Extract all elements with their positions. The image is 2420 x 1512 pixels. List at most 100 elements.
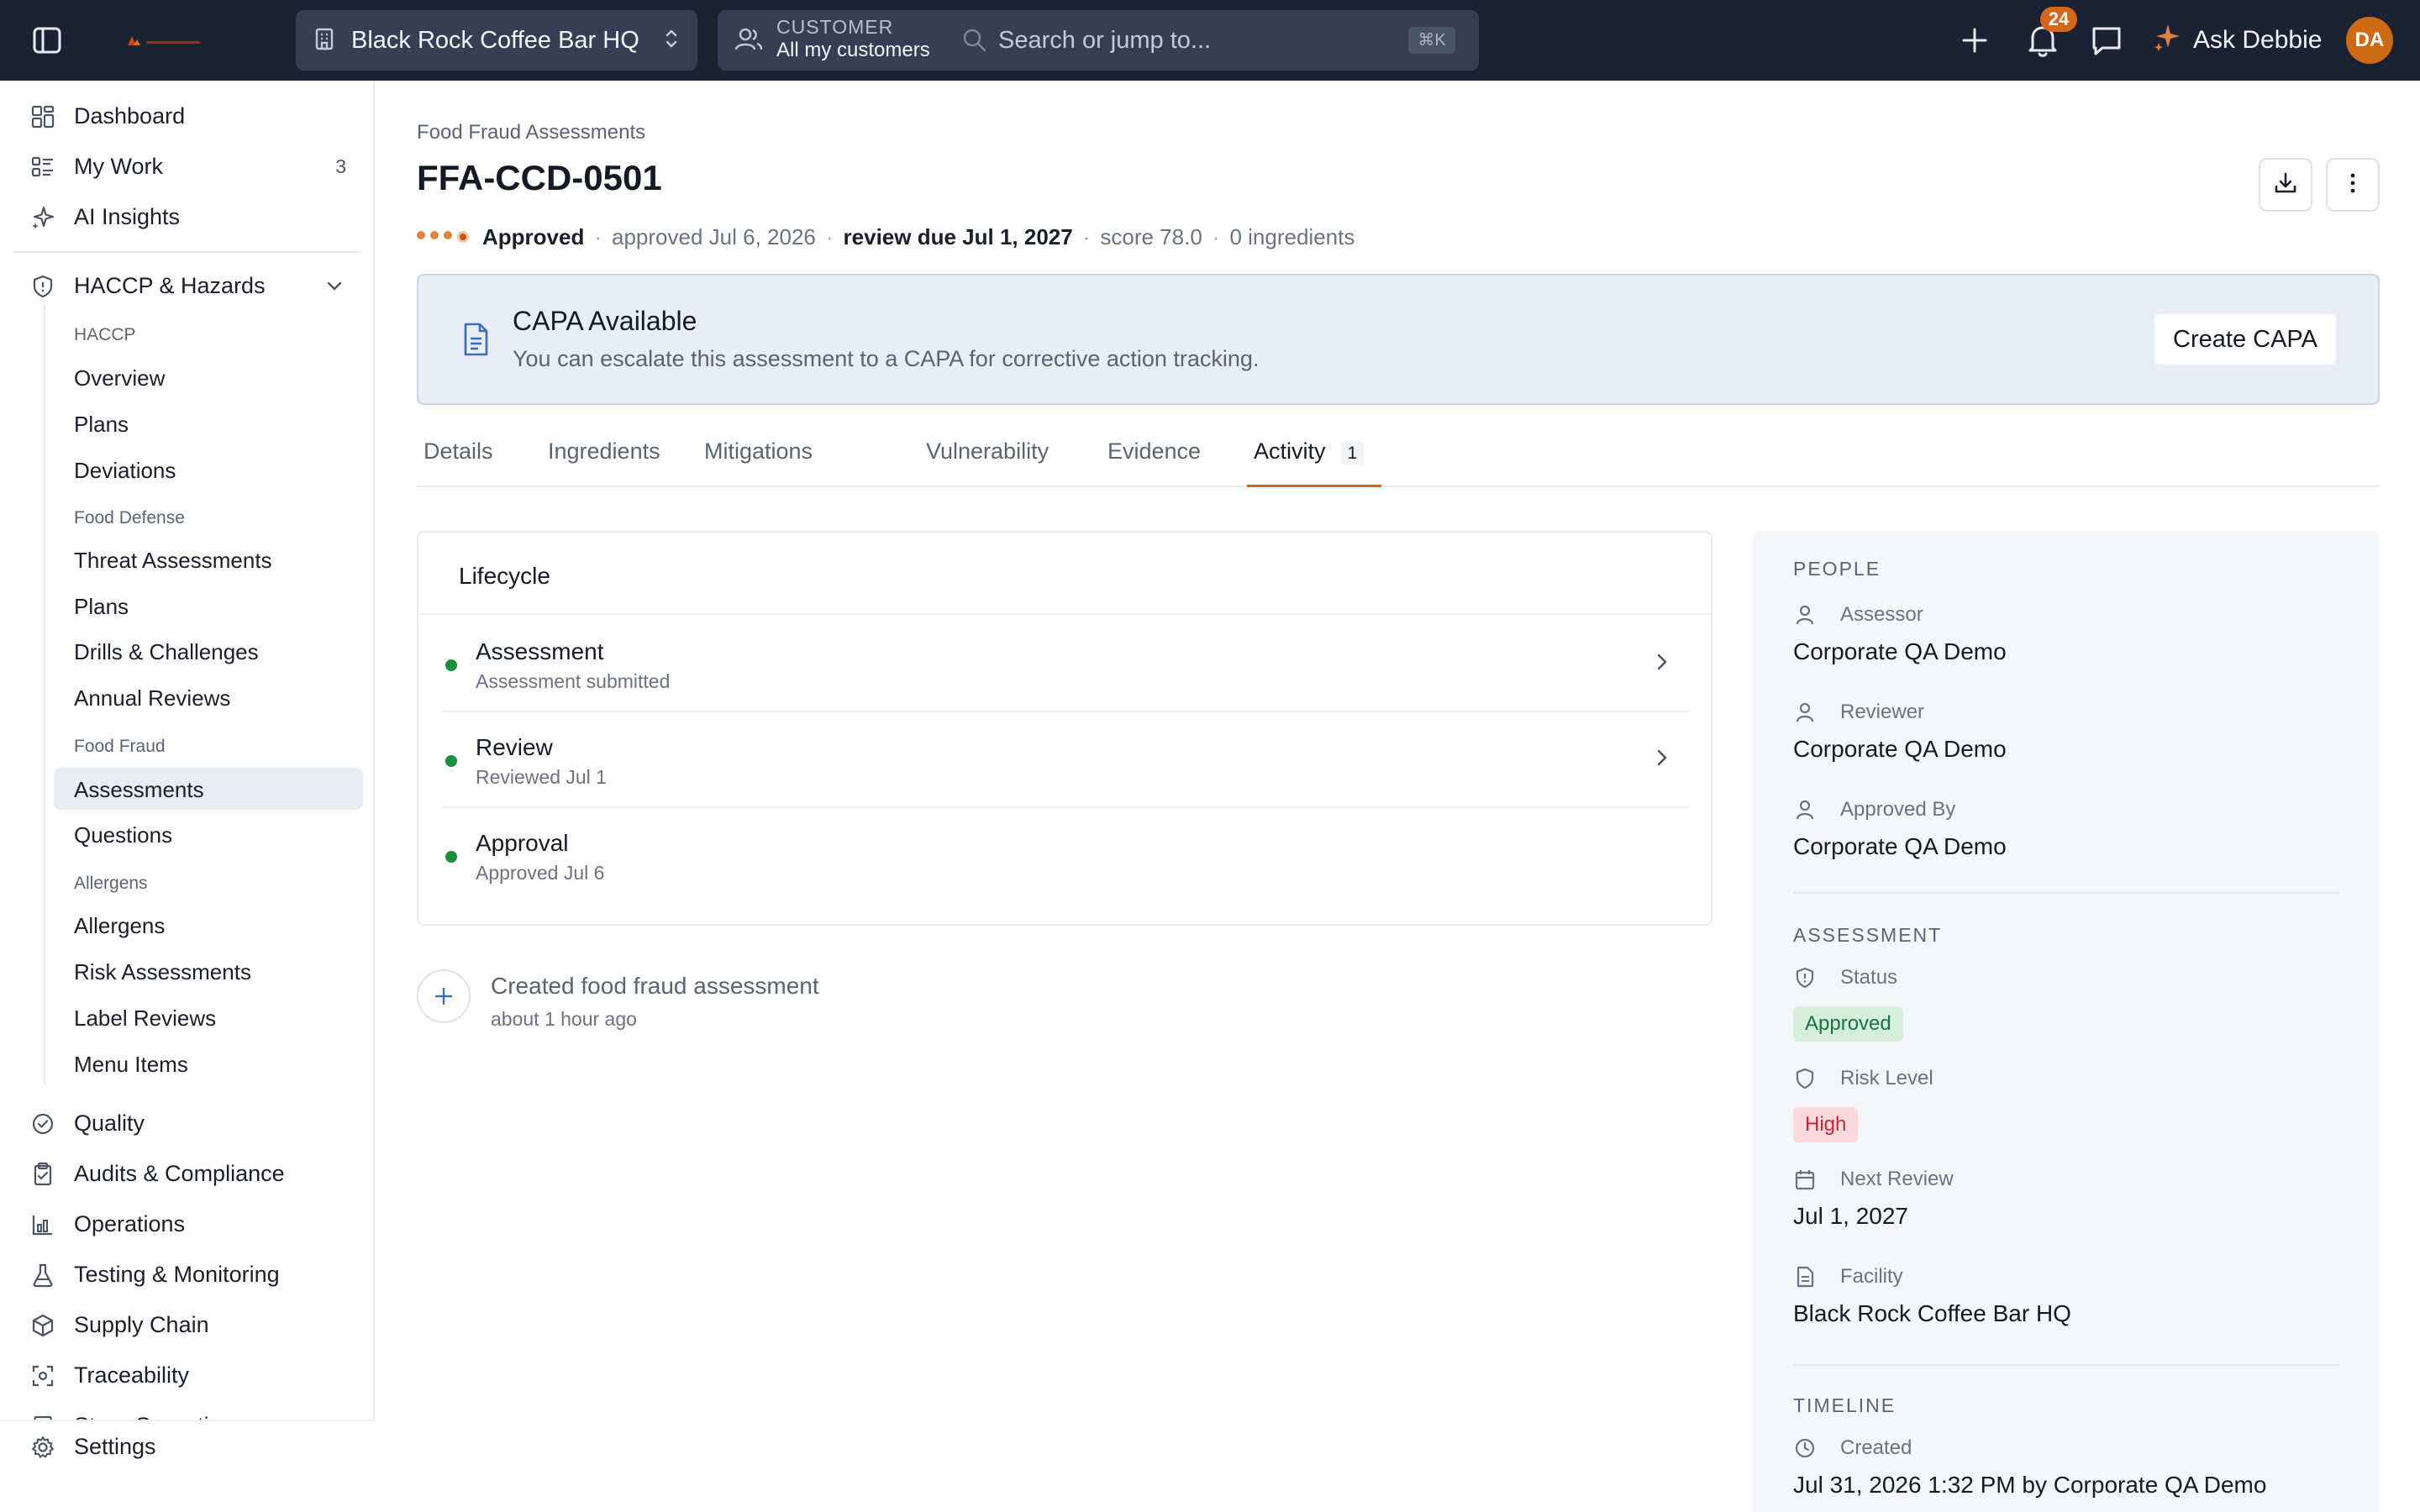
sidebar-item-my-work[interactable]: My Work 3 — [0, 143, 375, 190]
facility-selector[interactable]: Black Rock Coffee Bar HQ — [296, 10, 697, 71]
assessor-value: Corporate QA Demo — [1793, 638, 2007, 664]
document-icon — [1797, 1266, 1814, 1288]
status-dot-icon — [445, 659, 457, 671]
status-badge: Approved — [1793, 1006, 1903, 1042]
more-vertical-icon — [2339, 170, 2366, 201]
sidebar-item-questions[interactable]: Questions — [54, 813, 363, 855]
sidebar-item-supply-chain[interactable]: Supply Chain — [0, 1301, 375, 1348]
step-subtitle: Assessment submitted — [476, 670, 671, 692]
scan-icon — [30, 1363, 55, 1389]
page-title: FFA-CCD-0501 — [417, 158, 662, 197]
clipboard-icon — [30, 1162, 55, 1187]
plus-icon[interactable] — [1958, 24, 1991, 61]
sidebar-item-risk-assessments[interactable]: Risk Assessments — [54, 950, 363, 992]
assessor-label: Assessor — [1793, 601, 1923, 628]
gear-icon — [30, 1435, 55, 1460]
sidebar-item-allergens[interactable]: Allergens — [54, 904, 363, 946]
sidebar-item-audits-compliance[interactable]: Audits & Compliance — [0, 1150, 375, 1197]
lifecycle-title: Lifecycle — [459, 563, 550, 589]
sidebar-item-ai-insights[interactable]: AI Insights — [0, 193, 375, 240]
ask-assistant-button[interactable]: Ask Debbie — [2153, 18, 2322, 62]
breadcrumb[interactable]: Food Fraud Assessments — [417, 121, 645, 144]
approved-by-value: Corporate QA Demo — [1793, 833, 2007, 859]
main-content: Food Fraud Assessments FFA-CCD-0501 Appr… — [376, 81, 2420, 1512]
sidebar-item-assessments[interactable]: Assessments — [54, 768, 363, 810]
users-icon[interactable] — [734, 25, 763, 58]
approved-by-label: Approved By — [1793, 796, 1955, 823]
section-heading-assessment: ASSESSMENT — [1793, 924, 1943, 946]
submenu-tree-line — [44, 304, 45, 1085]
ask-assistant-label: Ask Debbie — [2193, 26, 2323, 54]
facility-value: Black Rock Coffee Bar HQ — [1793, 1300, 2071, 1326]
sidebar-item-label: Questions — [74, 822, 173, 848]
top-bar: Black Rock Coffee Bar HQ CUSTOMER All my… — [0, 0, 2420, 81]
tab-bar: Details Ingredients Mitigations Vulnerab… — [417, 427, 2380, 487]
clock-icon — [1795, 1438, 1815, 1458]
created-value: Jul 31, 2026 1:32 PM by Corporate QA Dem… — [1793, 1472, 2267, 1498]
avatar[interactable]: DA — [2346, 17, 2393, 64]
sidebar-item-label: Testing & Monitoring — [74, 1261, 280, 1287]
plus-circle-icon — [417, 969, 471, 1023]
sidebar-divider — [13, 251, 360, 253]
search-input[interactable] — [998, 22, 1402, 59]
sidebar-item-label: Menu Items — [74, 1052, 188, 1077]
capa-title: CAPA Available — [513, 306, 697, 336]
group-label-allergens: Allergens — [74, 874, 148, 893]
brand-logo[interactable] — [126, 34, 203, 47]
sidebar-item-dashboard[interactable]: Dashboard — [0, 92, 375, 139]
tab-mitigations[interactable]: Mitigations — [704, 427, 813, 487]
download-button[interactable] — [2259, 158, 2312, 212]
sidebar-item-label: Settings — [74, 1433, 156, 1459]
sidebar-section-haccp-hazards[interactable]: HACCP & Hazards — [0, 262, 375, 309]
sidebar-item-label: Plans — [74, 594, 129, 619]
sidebar-item-annual-reviews[interactable]: Annual Reviews — [54, 676, 363, 718]
field-label: Risk Level — [1840, 1067, 1933, 1089]
lifecycle-step-review[interactable]: Review Reviewed Jul 1 — [442, 711, 1689, 805]
sidebar-item-defense-plans[interactable]: Plans — [54, 585, 363, 627]
customer-search-bar: CUSTOMER All my customers ⌘K — [718, 10, 1479, 71]
sidebar-item-menu-items[interactable]: Menu Items — [54, 1042, 363, 1084]
lifecycle-step-assessment[interactable]: Assessment Assessment submitted — [442, 615, 1689, 709]
sidebar-item-haccp-plans[interactable]: Plans — [54, 402, 363, 444]
sidebar-item-label: Deviations — [74, 458, 176, 483]
sidebar-item-testing-monitoring[interactable]: Testing & Monitoring — [0, 1251, 375, 1298]
sidebar-item-settings[interactable]: Settings — [0, 1423, 375, 1470]
created-label: Created — [1793, 1435, 1912, 1462]
field-label: Status — [1840, 966, 1898, 989]
tab-details[interactable]: Details — [424, 427, 493, 487]
score: score 78.0 — [1100, 223, 1202, 249]
meta-separator: · — [1212, 223, 1220, 249]
meta-separator: · — [1082, 223, 1091, 249]
tab-activity[interactable]: Activity 1 — [1247, 427, 1381, 487]
more-options-button[interactable] — [2326, 158, 2380, 212]
field-label: Next Review — [1840, 1168, 1954, 1190]
sidebar-item-deviations[interactable]: Deviations — [54, 449, 363, 491]
create-capa-button[interactable]: Create CAPA — [2154, 314, 2336, 365]
step-subtitle: Approved Jul 6 — [476, 862, 605, 884]
divider — [1793, 1364, 2339, 1366]
status-label: Status — [1793, 964, 1897, 991]
sidebar-item-threat-assessments[interactable]: Threat Assessments — [54, 538, 363, 580]
tab-evidence[interactable]: Evidence — [1107, 427, 1201, 487]
section-heading-people: PEOPLE — [1793, 558, 1881, 580]
assessment-meta: Approved · approved Jul 6, 2026 · review… — [417, 222, 1355, 252]
sidebar-item-quality[interactable]: Quality — [0, 1100, 375, 1147]
sidebar-item-overview[interactable]: Overview — [54, 356, 363, 398]
sidebar-item-traceability[interactable]: Traceability — [0, 1352, 375, 1399]
sidebar-toggle-icon[interactable] — [32, 25, 62, 55]
status-dot-icon — [445, 851, 457, 863]
chat-icon[interactable] — [2089, 24, 2124, 63]
customer-selector[interactable]: All my customers — [776, 39, 930, 62]
tab-count-badge: 1 — [1340, 442, 1365, 465]
tab-ingredients[interactable]: Ingredients — [548, 427, 660, 487]
sidebar-item-label-reviews[interactable]: Label Reviews — [54, 996, 363, 1038]
sidebar-item-operations[interactable]: Operations — [0, 1200, 375, 1247]
sparkle-icon — [2153, 22, 2183, 59]
next-review-label: Next Review — [1793, 1166, 1954, 1193]
sidebar-item-drills-challenges[interactable]: Drills & Challenges — [54, 630, 363, 672]
search-shortcut: ⌘K — [1408, 27, 1455, 54]
field-label: Approved By — [1840, 798, 1956, 821]
tab-vulnerability[interactable]: Vulnerability — [926, 427, 1049, 487]
field-label: Facility — [1840, 1265, 1903, 1288]
next-review-value: Jul 1, 2027 — [1793, 1203, 1908, 1229]
